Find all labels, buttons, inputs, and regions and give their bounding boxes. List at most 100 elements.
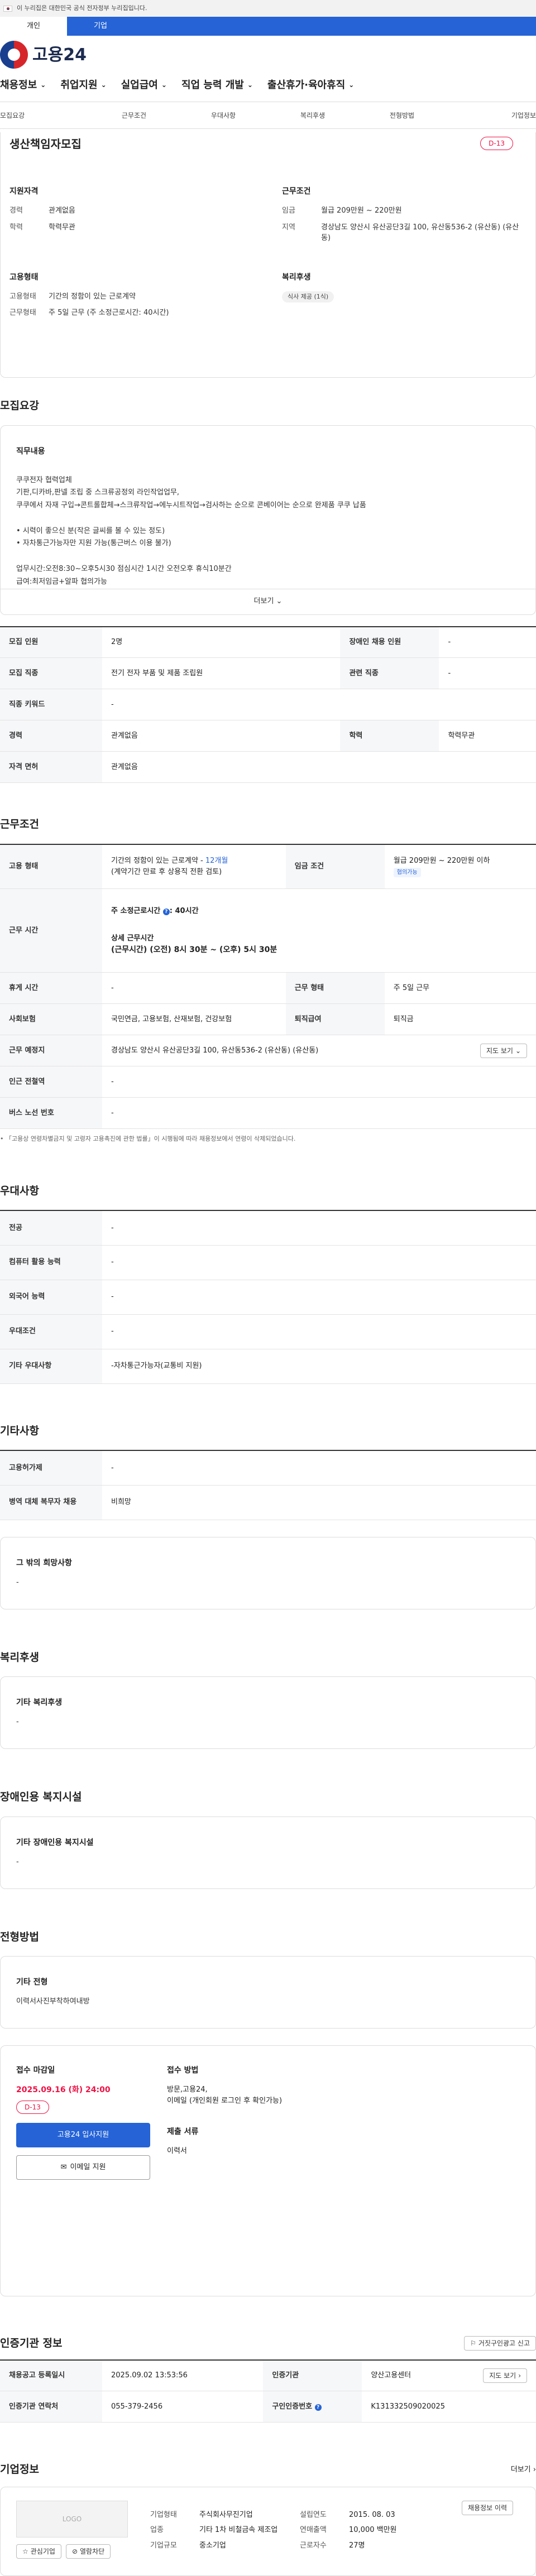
gnb-unemployment-benefit[interactable]: 실업급여 ⌄ [121,78,167,93]
tab-individual[interactable]: 개인 [0,17,67,36]
table-value: 2025.09.02 13:53:56 [102,2359,264,2391]
table-row: 고용 형태 기간의 정함이 있는 근로계약 - 12개월 (계약기간 만료 후 상… [0,844,536,889]
table-row: 인증기관 연락처 055-379-2456 구인인증번호 ? K131332509… [0,2391,536,2423]
table-row: 휴게 시간 - 근무 형태 주 5일 근무 [0,972,536,1004]
table-value: - [102,1450,536,1486]
logo-emblem-icon [0,41,28,69]
info-icon[interactable]: ? [162,908,170,915]
section-title-welfare: 복리후생 [0,1651,39,1664]
weekly-hours-value: 40시간 [175,906,199,915]
anchor-welfare[interactable]: 복리후생 [268,110,357,121]
report-label: 거짓구인광고 신고 [478,2339,530,2348]
deadline-date: 2025.09.16 (화) 24:00 [16,2085,111,2094]
card-title: 그 밖의 희망사항 [16,1558,72,1568]
more-label: 더보기 [510,2465,531,2474]
company-value: 중소기업 [199,2541,226,2550]
company-logo-column: LOGO ☆ 관심기업 ⊘ 열람차단 [16,2500,128,2562]
gnb-label: 채용정보 [0,79,37,91]
table-key: 경력 [0,720,102,752]
job-description-card: 직무내용 쿠쿠전자 협력업체 기판,디카바,판넬 조립 중 스크류공정외 라인작… [0,425,536,615]
summary-heading: 지원자격 [9,187,39,196]
info-icon[interactable]: ? [314,2404,322,2411]
email-apply-button[interactable]: ✉ 이메일 지원 [16,2155,150,2180]
apply-button[interactable]: 고용24 입사지원 [16,2123,150,2147]
table-key: 컴퓨터 활용 능력 [0,1245,102,1280]
company-key: 기업형태 [150,2510,177,2519]
job-history-button[interactable]: 채용정보 이력 [461,2500,513,2515]
employment-type-note: (계약기간 만료 후 상용직 전환 검토) [111,867,222,876]
site-logo[interactable]: 고용24 [0,41,87,69]
table-key: 병역 대체 복무자 채용 [0,1485,102,1520]
summary-conditions: 근무조건 임금 월급 209만원 ~ 220만원 지역 경상남도 양산시 유산공단3… [282,186,527,249]
site-name: 고용24 [32,45,87,65]
hours-detail-title: 상세 근무시간 [111,934,154,943]
table-key: 관련 직종 [340,657,439,689]
favorite-label: 관심기업 [30,2547,55,2555]
summary-key: 고용형태 [9,292,36,301]
work-conditions-table: 고용 형태 기간의 정함이 있는 근로계약 - 12개월 (계약기간 만료 후 상… [0,843,536,1129]
chevron-down-icon: ⌄ [100,81,107,89]
card-title: 기타 복리후생 [16,1698,63,1707]
chevron-down-icon: ⌄ [274,597,283,606]
mail-icon: ✉ [60,2163,67,2172]
map-button[interactable]: 지도 보기 ⌄ [480,1043,527,1058]
work-hours-cell: 주 소정근로시간 ?: 40시간 상세 근무시간 (근무시간) (오전) 8시 … [102,888,536,973]
table-row: 외국어 능력 - [0,1280,536,1315]
anchor-pref[interactable]: 우대사항 [179,110,268,121]
expand-more-button[interactable]: 더보기 ⌄ [1,588,535,614]
gnb-job-info[interactable]: 채용정보 ⌄ [0,78,46,93]
table-key: 인증기관 [263,2359,362,2391]
brand-row: 고용24 [0,36,536,74]
gnb-label: 직업 능력 개발 [181,79,244,91]
section-title-pref: 우대사항 [0,1184,39,1197]
chevron-down-icon: ⌄ [348,81,355,89]
block-icon: ⊘ [71,2547,78,2555]
table-value: 양산고용센터 [371,2371,411,2380]
table-key: 사회보험 [0,1003,102,1035]
section-title-disabled: 장애인용 복지시설 [0,1791,82,1803]
table-row: 고용허가제 - [0,1450,536,1486]
table-value: 2명 [102,626,341,658]
company-value: 주식회사무진기업 [199,2510,253,2519]
company-logo: LOGO [16,2500,128,2537]
screening-card: 기타 전형 이력서사진부착하여내방 [0,1956,536,2029]
summary-employment: 고용형태 고용형태 기간의 정함이 있는 근로계약 근무형태 주 5일 근무 (주 … [9,272,254,324]
report-icon: ⚐ [470,2339,476,2348]
gnb-maternity-leave[interactable]: 출산휴가·육아휴직 ⌄ [267,78,354,93]
table-value: - [102,1314,536,1349]
block-company-button[interactable]: ⊘ 열람차단 [65,2544,111,2559]
table-value: 학력무관 [439,720,536,752]
anchor-recruit[interactable]: 모집요강 [0,110,89,121]
favorite-company-button[interactable]: ☆ 관심기업 [16,2544,61,2559]
table-key: 구인인증번호 [272,2402,313,2411]
summary-qualification: 지원자격 경력 관계없음 학력 학력무관 [9,186,254,249]
table-value: - [102,1210,536,1246]
card-title: 기타 장애인용 복지시설 [16,1838,94,1847]
company-value: 기타 1차 비철금속 제조업 [199,2526,278,2534]
anchor-company[interactable]: 기업정보 [447,110,536,121]
gnb-employment-support[interactable]: 취업지원 ⌄ [60,78,106,93]
company-more-link[interactable]: 더보기 › [511,2464,536,2476]
table-row: 버스 노선 번호 - [0,1097,536,1129]
company-key: 근로자수 [300,2541,327,2550]
table-row: 우대조건 - [0,1314,536,1349]
gnb-vocational-training[interactable]: 직업 능력 개발 ⌄ [181,78,253,93]
table-row: 컴퓨터 활용 능력 - [0,1245,536,1280]
anchor-screening[interactable]: 전형방법 [357,110,447,121]
method-title: 접수 방법 [167,2066,199,2075]
table-key: 우대조건 [0,1314,102,1349]
chevron-down-icon: ⌄ [247,81,253,89]
tab-company[interactable]: 기업 [67,17,134,36]
map-button[interactable]: 지도 보기 › [483,2368,527,2383]
anchor-nav: 모집요강 근무조건 우대사항 복리후생 전형방법 기업정보 [0,102,536,129]
report-fake-ad-button[interactable]: ⚐ 거짓구인광고 신고 [464,2336,536,2351]
wage-value: 월급 209만원 ~ 220만원 이하 [393,857,490,866]
table-value: K131332509020025 [362,2391,536,2423]
table-value: 주 5일 근무 [384,972,536,1004]
table-row: 전공 - [0,1210,536,1246]
table-key: 인근 전철역 [0,1066,102,1098]
anchor-work[interactable]: 근무조건 [89,110,179,121]
summary-value: 관계없음 [49,206,75,215]
hours-detail: (근무시간) (오전) 8시 30분 ~ (오후) 5시 30분 [111,945,277,954]
table-value: 관계없음 [102,720,341,752]
